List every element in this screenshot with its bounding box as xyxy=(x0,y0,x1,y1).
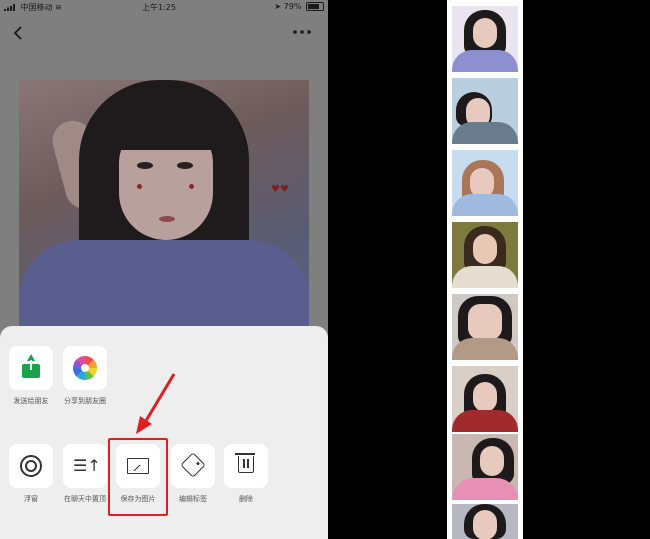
thumbnail-image[interactable] xyxy=(452,222,518,288)
thumbnail-image[interactable] xyxy=(452,434,518,500)
nav-bar xyxy=(0,18,328,48)
more-button[interactable] xyxy=(292,24,312,42)
photo-bangs xyxy=(115,110,215,150)
float-window-icon xyxy=(20,455,42,477)
highlight-box xyxy=(108,438,168,516)
carrier: 中国移动 ≋ xyxy=(4,2,62,13)
thumbnail-image[interactable] xyxy=(452,78,518,144)
battery-status: ➤ 79% xyxy=(274,2,324,11)
photo-lips xyxy=(159,216,175,222)
share-to-friend-label: 发送给朋友 xyxy=(13,397,49,405)
moments-icon xyxy=(73,356,97,380)
share-to-moments-label: 分享到朋友圈 xyxy=(64,397,106,405)
delete-button[interactable]: 删除 xyxy=(223,444,269,504)
share-to-moments-button[interactable]: 分享到朋友圈 xyxy=(62,346,108,406)
pin-to-top-button[interactable]: ☰↑ 在聊天中置顶 xyxy=(62,444,108,504)
back-button[interactable] xyxy=(10,24,28,42)
photo-cheek-mark xyxy=(137,184,142,189)
photo-cheek-mark xyxy=(189,184,194,189)
phone-screen: 中国移动 ≋ 上午1:25 ➤ 79% ♥♥ 发送给朋友 分享到朋友圈 浮窗 ☰… xyxy=(0,0,328,539)
photo-heart-doodle: ♥♥ xyxy=(271,184,289,195)
photo-eye xyxy=(137,162,153,169)
trash-icon xyxy=(235,453,255,473)
status-bar: 中国移动 ≋ 上午1:25 ➤ 79% xyxy=(0,0,328,14)
float-window-label: 浮窗 xyxy=(24,495,38,503)
battery-icon xyxy=(306,2,324,11)
pin-to-top-icon: ☰↑ xyxy=(73,456,101,475)
share-to-friend-icon xyxy=(22,354,40,378)
moments-tile xyxy=(63,346,107,390)
location-icon: ➤ xyxy=(274,2,282,11)
pin-to-top-tile: ☰↑ xyxy=(63,444,107,488)
thumbnail-image[interactable] xyxy=(452,366,518,432)
tag-icon xyxy=(180,452,206,478)
thumbnail-image[interactable] xyxy=(452,294,518,360)
chevron-left-icon xyxy=(13,26,22,40)
wifi-icon: ≋ xyxy=(55,3,62,12)
battery-percent: 79% xyxy=(283,2,302,11)
status-time: 上午1:25 xyxy=(142,3,176,12)
delete-tile xyxy=(224,444,268,488)
photo-hoodie xyxy=(19,240,309,338)
thumbnail-image[interactable] xyxy=(452,150,518,216)
photo-eye xyxy=(177,162,193,169)
ellipsis-icon xyxy=(293,30,311,34)
thumbnail-strip xyxy=(447,0,523,539)
red-arrow-icon xyxy=(136,373,176,434)
edit-tag-button[interactable]: 编辑标签 xyxy=(170,444,216,504)
carrier-name: 中国移动 xyxy=(20,3,53,12)
share-to-friend-button[interactable]: 发送给朋友 xyxy=(8,346,54,406)
share-tile xyxy=(9,346,53,390)
float-window-button[interactable]: 浮窗 xyxy=(8,444,54,504)
float-window-tile xyxy=(9,444,53,488)
thumbnail-image[interactable] xyxy=(452,6,518,72)
favorite-photo[interactable]: ♥♥ xyxy=(19,80,309,338)
signal-icon xyxy=(4,4,15,11)
pin-to-top-label: 在聊天中置顶 xyxy=(64,495,106,503)
edit-tag-tile xyxy=(171,444,215,488)
thumbnail-image[interactable] xyxy=(452,504,518,539)
delete-label: 删除 xyxy=(239,495,253,503)
edit-tag-label: 编辑标签 xyxy=(179,495,207,503)
